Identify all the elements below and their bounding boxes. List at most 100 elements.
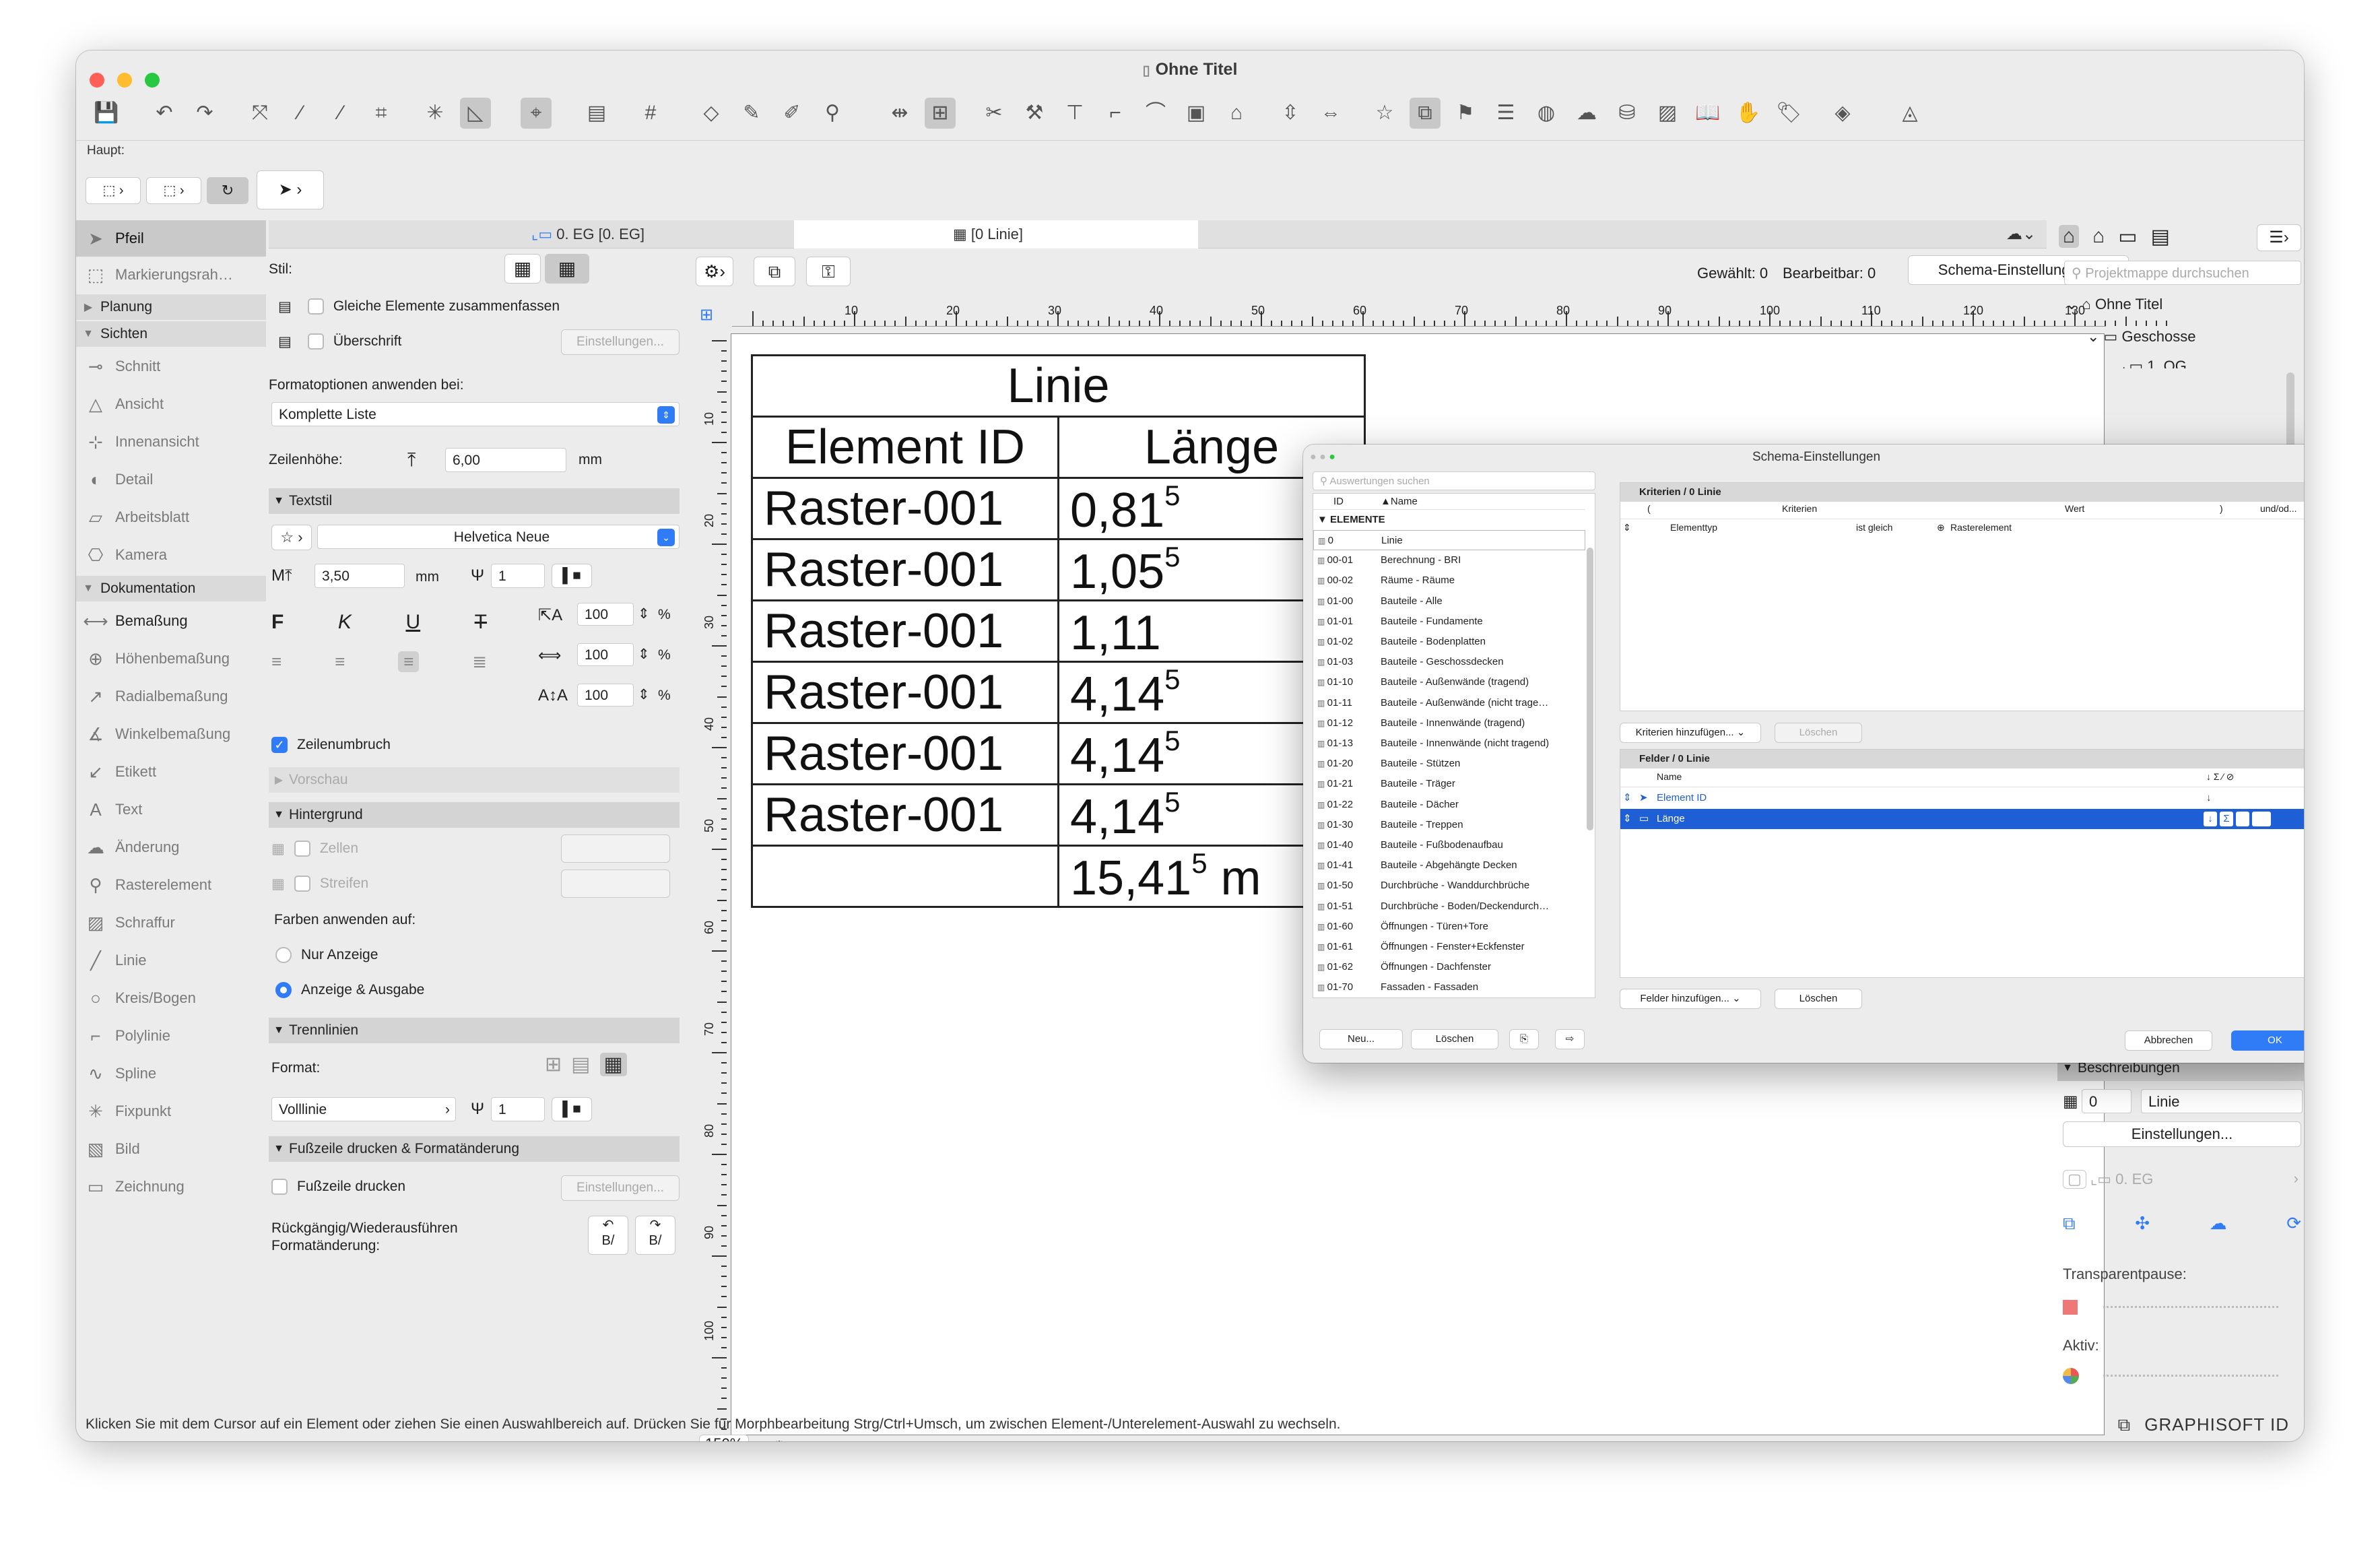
schedule-list-item[interactable]: ▥ 01-22 Bauteile - Dächer	[1313, 795, 1585, 815]
zoom-menu-icon[interactable]: ›	[758, 1435, 763, 1441]
tool-polylinie[interactable]: ⌐ Polylinie	[76, 1018, 266, 1054]
row-handle-icon[interactable]: ⇕	[1623, 809, 1632, 829]
schedule-list-item[interactable]: ▥ 01-02 Bauteile - Bodenplatten	[1313, 632, 1585, 652]
hide-checkbox[interactable]	[2252, 812, 2271, 826]
style-grid-bold-button[interactable]: ▦	[545, 254, 589, 284]
schedule-list-item[interactable]: ▥ 01-51 Durchbrüche - Boden/Deckendurch…	[1313, 896, 1585, 917]
user-icon[interactable]: ⚲	[817, 98, 848, 129]
hands-icon[interactable]: ✋	[1733, 98, 1764, 129]
ok-button[interactable]: OK	[2231, 1030, 2304, 1051]
redo-icon[interactable]: ↷	[189, 98, 220, 129]
zoom-button[interactable]	[144, 73, 160, 88]
strikethrough-button[interactable]: T	[475, 611, 487, 634]
line-color-swatch[interactable]: ▌■	[552, 1097, 592, 1121]
width-scale-input[interactable]: 100	[577, 603, 634, 626]
font-size-input[interactable]: 3,50	[315, 564, 405, 588]
schedule-list-item[interactable]: ▥ 01-62 Öffnungen - Dachfenster	[1313, 957, 1585, 977]
tool-spline[interactable]: ∿ Spline	[76, 1055, 266, 1092]
description-id[interactable]: 0	[2082, 1089, 2131, 1113]
border-none-icon[interactable]: ⊞	[545, 1053, 562, 1076]
tool-schnitt[interactable]: ⊸ Schnitt	[76, 348, 266, 385]
italic-button[interactable]: K	[338, 611, 352, 634]
tree-root[interactable]: ⌄ ⌂ Ohne Titel	[2065, 296, 2162, 313]
graphisoft-id[interactable]: ⧉ GRAPHISOFT ID	[2118, 1414, 2289, 1436]
heading-settings-button[interactable]: Einstellungen...	[561, 329, 680, 355]
tag-icon[interactable]: 🏷	[1773, 98, 1804, 129]
transparency-slider[interactable]	[2063, 1294, 2301, 1321]
schedule-list-item[interactable]: ▥ 01-12 Bauteile - Innenwände (tragend)	[1313, 713, 1585, 733]
schedule-list-item[interactable]: ▥ 01-20 Bauteile - Stützen	[1313, 754, 1585, 774]
footer-settings-button[interactable]: Einstellungen...	[561, 1175, 680, 1201]
layer-row[interactable]: ▢ ⌞▭ 0. EG ›	[2063, 1170, 2301, 1198]
resize-icon[interactable]: ⇔	[1315, 98, 1346, 129]
adjust-icon[interactable]: ⌐	[1100, 98, 1131, 129]
display-only-radio[interactable]	[275, 947, 292, 963]
tool-aenderung[interactable]: ☁ Änderung	[76, 829, 266, 865]
description-name[interactable]: Linie	[2141, 1089, 2303, 1113]
criteria-row[interactable]: ⇕ Elementtyp ist gleich ⊕ Rasterelement	[1620, 522, 2304, 538]
cloud-sync-icon[interactable]: ☁	[2210, 1213, 2227, 1235]
tool-zeichnung[interactable]: ▭ Zeichnung	[76, 1169, 266, 1205]
project-map-icon[interactable]: ⌂	[2059, 225, 2080, 248]
pen-input[interactable]: 1	[491, 564, 545, 588]
snap-icon[interactable]: ✳	[420, 98, 451, 129]
schedule-list-item[interactable]: ▥ 01-41 Bauteile - Abgehängte Decken	[1313, 855, 1585, 876]
group-planung[interactable]: ▶ Planung	[76, 294, 266, 320]
fields-header[interactable]: Felder / 0 Linie	[1620, 750, 2304, 768]
tool-innenansicht[interactable]: ⊹ Innenansicht	[76, 424, 266, 460]
layout-book-icon[interactable]: ▭	[2118, 225, 2137, 249]
guide-lines-icon[interactable]: ◺	[460, 98, 491, 129]
linetype-select[interactable]: Volllinie ›	[271, 1097, 456, 1121]
close-button[interactable]	[90, 73, 104, 88]
tool-bild[interactable]: ▧ Bild	[76, 1131, 266, 1167]
dimension-tool-icon[interactable]: ⇹	[884, 98, 915, 129]
schedule-list-item[interactable]: ▥ 01-61 Öffnungen - Fenster+Eckfenster	[1313, 937, 1585, 957]
syringe-icon[interactable]: ∕	[325, 98, 356, 129]
tool-text[interactable]: A Text	[76, 791, 266, 828]
schedule-list-item[interactable]: ▥ 01-00 Bauteile - Alle	[1313, 591, 1585, 612]
schedule-list-item[interactable]: ▥ 01-11 Bauteile - Außenwände (nicht trag…	[1313, 693, 1585, 713]
fit-width-icon[interactable]: ⇹	[773, 1435, 785, 1441]
undo-icon[interactable]: ↶	[149, 98, 180, 129]
export-icon[interactable]: ⇨	[1555, 1029, 1585, 1049]
tool-hoehenbemassung[interactable]: ⊕ Höhenbemaßung	[76, 641, 266, 677]
pen-icon[interactable]: ✐	[776, 98, 807, 129]
favorites-icon[interactable]: ☆	[1369, 98, 1400, 129]
stretch-icon[interactable]: ⇳	[1275, 98, 1306, 129]
project-search-input[interactable]: ⚲ Projektmappe durchsuchen	[2064, 261, 2301, 285]
section-vorschau[interactable]: ▶ Vorschau	[269, 767, 680, 793]
align-justify-icon[interactable]: ≣	[472, 651, 487, 672]
tool-detail[interactable]: ◐ Detail	[76, 461, 266, 498]
layers-icon[interactable]: ◇	[696, 98, 727, 129]
grid-snap-icon[interactable]: #	[635, 98, 666, 129]
spacing-stepper[interactable]: ⇕	[638, 646, 650, 663]
criteria-header[interactable]: Kriterien / 0 Linie	[1620, 483, 2304, 502]
redo-format-button[interactable]: ↷ B/	[635, 1216, 675, 1255]
merge-checkbox[interactable]	[307, 298, 324, 315]
active-slider[interactable]	[2063, 1363, 2301, 1389]
triangle-icon[interactable]: ◬	[1894, 98, 1925, 129]
schedule-list-item[interactable]: ▥ 01-21 Bauteile - Träger	[1313, 774, 1585, 794]
element-info-icon[interactable]: ⚿	[806, 257, 851, 286]
select-grid-icon[interactable]: ⊞	[925, 98, 956, 129]
flag-icon[interactable]: ⚑	[1450, 98, 1481, 129]
line-spacing-input[interactable]: 100	[577, 684, 634, 707]
tool-kamera[interactable]: ⎔ Kamera	[76, 537, 266, 573]
publisher-icon[interactable]: ▤	[2151, 225, 2170, 249]
align-center-icon[interactable]: ≡	[335, 651, 345, 672]
sum-checkbox[interactable]: Σ	[2220, 812, 2233, 826]
tool-bemassung[interactable]: ⟷ Bemaßung	[76, 603, 266, 639]
section-fusszeile[interactable]: ▼ Fußzeile drucken & Formatänderung	[269, 1136, 680, 1162]
picture-icon[interactable]: ▨	[1652, 98, 1683, 129]
tool-rasterelement[interactable]: ⚲ Rasterelement	[76, 867, 266, 903]
schedule-list-item[interactable]: ▥ 00-02 Räume - Räume	[1313, 570, 1585, 591]
display-output-radio[interactable]	[275, 982, 292, 998]
pencil-icon[interactable]: ✎	[736, 98, 767, 129]
tool-fixpunkt[interactable]: ✳ Fixpunkt	[76, 1093, 266, 1129]
section-trennlinien[interactable]: ▼ Trennlinien	[269, 1018, 680, 1043]
dialog-window-controls[interactable]: ● ● ●	[1310, 445, 1335, 470]
heading-checkbox[interactable]	[307, 333, 324, 350]
schedule-list-item[interactable]: ▥ 01-70 Fassaden - Fassaden	[1313, 977, 1585, 997]
minimize-button[interactable]	[117, 73, 132, 88]
list-icon[interactable]: ☰	[1490, 98, 1521, 129]
